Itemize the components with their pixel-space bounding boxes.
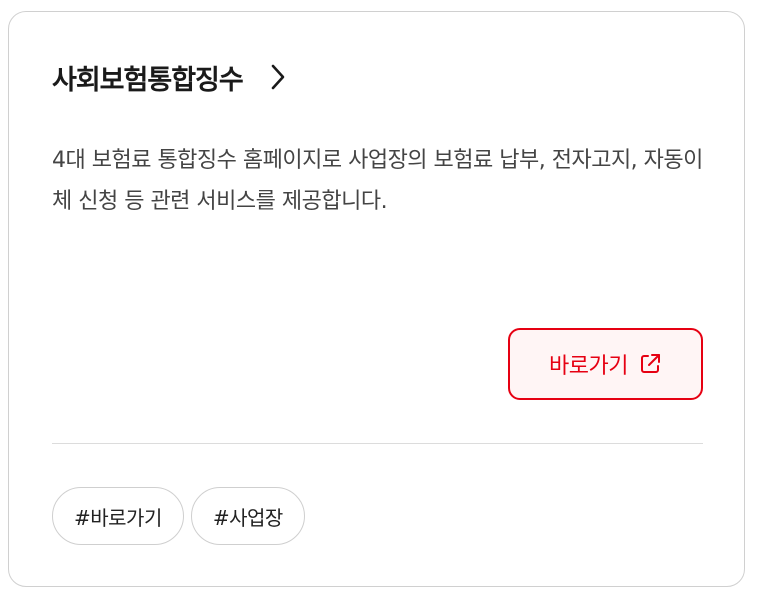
tag-business[interactable]: #사업장 bbox=[190, 487, 305, 545]
card-title[interactable]: 사회보험통합징수 bbox=[52, 58, 244, 97]
card-description: 4대 보험료 통합징수 홈페이지로 사업장의 보험료 납부, 전자고지, 자동이… bbox=[52, 148, 703, 214]
tag-list: #바로가기 #사업장 bbox=[52, 487, 305, 545]
go-button-label: 바로가기 bbox=[549, 354, 628, 379]
divider bbox=[52, 443, 703, 444]
go-button[interactable]: 바로가기 bbox=[508, 328, 703, 400]
card-header: 사회보험통합징수 bbox=[52, 56, 289, 98]
service-card: 사회보험통합징수 4대 보험료 통합징수 홈페이지로 사업장의 보험료 납부, … bbox=[8, 11, 745, 587]
tag-go[interactable]: #바로가기 bbox=[52, 487, 184, 545]
chevron-right-icon[interactable] bbox=[267, 62, 289, 92]
external-link-icon bbox=[638, 352, 662, 376]
